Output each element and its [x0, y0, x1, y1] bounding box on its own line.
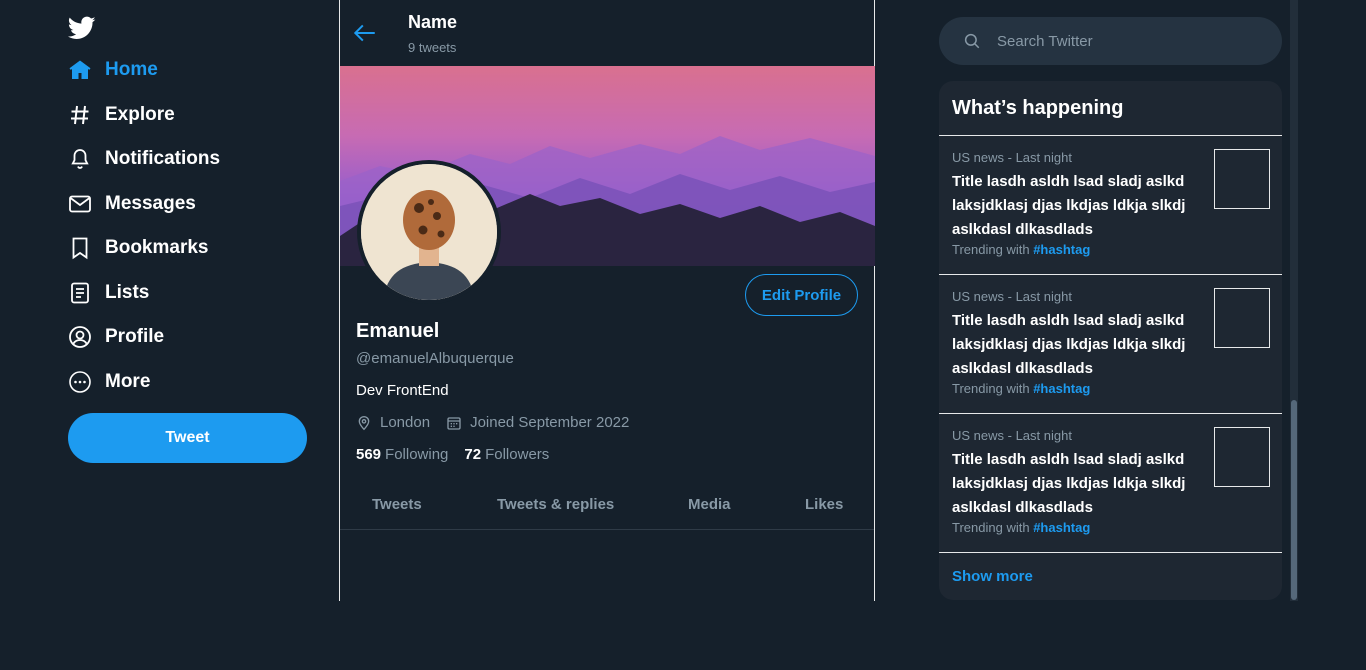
nav-item-label: Explore: [105, 104, 175, 125]
tab-tweets[interactable]: Tweets: [372, 496, 422, 513]
profile-joined: Joined September 2022: [470, 414, 630, 431]
trend-footer: Trending with #hashtag: [952, 242, 1090, 257]
tab-likes[interactable]: Likes: [805, 496, 843, 513]
trend-meta: US news - Last night: [952, 150, 1072, 165]
nav-item-explore[interactable]: Explore: [68, 100, 175, 130]
joined-item: Joined September 2022: [446, 414, 629, 431]
profile-bio: Dev FrontEnd: [356, 382, 449, 399]
trend-hashtag[interactable]: #hashtag: [1033, 520, 1090, 535]
location-item: London: [356, 414, 430, 431]
trending-with-label: Trending with: [952, 520, 1030, 535]
profile-avatar[interactable]: [357, 160, 501, 304]
following-label: Following: [385, 446, 449, 463]
trending-with-label: Trending with: [952, 242, 1030, 257]
header-name: Name: [408, 12, 458, 32]
trend-thumbnail: [1214, 149, 1270, 209]
nav-item-label: More: [105, 371, 151, 392]
user-icon: [68, 325, 92, 349]
trend-title: Title lasdh asldh lsad sladj aslkd laksj…: [952, 451, 1186, 516]
following-count: 569: [356, 446, 382, 463]
divider: [939, 552, 1282, 553]
trending-with-label: Trending with: [952, 381, 1030, 396]
nav-item-label: Bookmarks: [105, 237, 209, 258]
nav-item-notifications[interactable]: Notifications: [68, 144, 220, 174]
nav-item-home[interactable]: Home: [68, 55, 158, 85]
tab-media[interactable]: Media: [688, 496, 731, 513]
nav-item-label: Messages: [105, 193, 196, 214]
tab-tweets-replies[interactable]: Tweets & replies: [497, 496, 614, 513]
profile-tabs: Tweets Tweets & replies Media Likes: [340, 482, 874, 530]
nav-item-bookmarks[interactable]: Bookmarks: [68, 233, 209, 263]
followers-count: 72: [464, 446, 482, 463]
show-more-link[interactable]: Show more: [952, 568, 1033, 585]
profile-meta: London Joined September 2022: [356, 414, 629, 431]
envelope-icon: [68, 192, 92, 216]
search-bar[interactable]: [939, 17, 1282, 65]
profile-header-bar: Name 9 tweets: [340, 0, 874, 66]
profile-column: Name 9 tweets Edit Profile Emanuel @eman…: [339, 0, 875, 601]
trend-title: Title lasdh asldh lsad sladj aslkd laksj…: [952, 173, 1186, 238]
bell-icon: [68, 147, 92, 171]
home-icon: [68, 58, 92, 82]
follow-stats: 569 Following 72 Followers: [356, 446, 549, 463]
profile-display-name: Emanuel: [356, 320, 440, 342]
header-tweet-count: 9 tweets: [408, 40, 457, 55]
nav-item-more[interactable]: More: [68, 367, 150, 397]
trend-hashtag[interactable]: #hashtag: [1033, 381, 1090, 396]
trends-title: What’s happening: [952, 97, 1124, 119]
nav-item-messages[interactable]: Messages: [68, 189, 196, 219]
search-input[interactable]: [995, 31, 1245, 51]
following-link[interactable]: 569 Following: [356, 446, 448, 463]
followers-link[interactable]: 72 Followers: [464, 446, 549, 463]
followers-label: Followers: [485, 446, 550, 463]
location-pin-icon: [358, 415, 370, 430]
trend-footer: Trending with #hashtag: [952, 520, 1090, 535]
trend-footer: Trending with #hashtag: [952, 381, 1090, 396]
hashtag-icon: [68, 103, 92, 127]
twitter-logo-icon[interactable]: [68, 14, 96, 42]
nav-item-label: Notifications: [105, 148, 221, 169]
nav-item-profile[interactable]: Profile: [68, 322, 164, 352]
trend-item[interactable]: US news - Last night Title lasdh asldh l…: [939, 136, 1282, 274]
back-arrow-icon[interactable]: [352, 20, 378, 46]
whats-happening-panel: What’s happening US news - Last night Ti…: [939, 81, 1282, 600]
bookmark-icon: [68, 236, 92, 260]
nav-item-label: Lists: [105, 282, 150, 303]
list-icon: [68, 281, 92, 305]
nav-item-label: Profile: [105, 326, 165, 347]
calendar-icon: [447, 416, 461, 430]
trend-thumbnail: [1214, 288, 1270, 348]
trend-thumbnail: [1214, 427, 1270, 487]
trend-hashtag[interactable]: #hashtag: [1033, 242, 1090, 257]
scrollbar-thumb[interactable]: [1291, 400, 1297, 600]
trend-item[interactable]: US news - Last night Title lasdh asldh l…: [939, 275, 1282, 413]
edit-profile-button[interactable]: Edit Profile: [745, 274, 858, 316]
profile-handle: @emanuelAlbuquerque: [356, 350, 514, 367]
nav-item-label: Home: [105, 59, 158, 80]
trend-meta: US news - Last night: [952, 289, 1072, 304]
profile-location: London: [380, 414, 431, 431]
more-icon: [68, 370, 92, 394]
trend-meta: US news - Last night: [952, 428, 1072, 443]
trend-item[interactable]: US news - Last night Title lasdh asldh l…: [939, 414, 1282, 552]
trend-title: Title lasdh asldh lsad sladj aslkd laksj…: [952, 312, 1186, 377]
tweet-button[interactable]: Tweet: [68, 413, 307, 463]
nav-item-lists[interactable]: Lists: [68, 278, 149, 308]
search-icon: [963, 32, 981, 50]
